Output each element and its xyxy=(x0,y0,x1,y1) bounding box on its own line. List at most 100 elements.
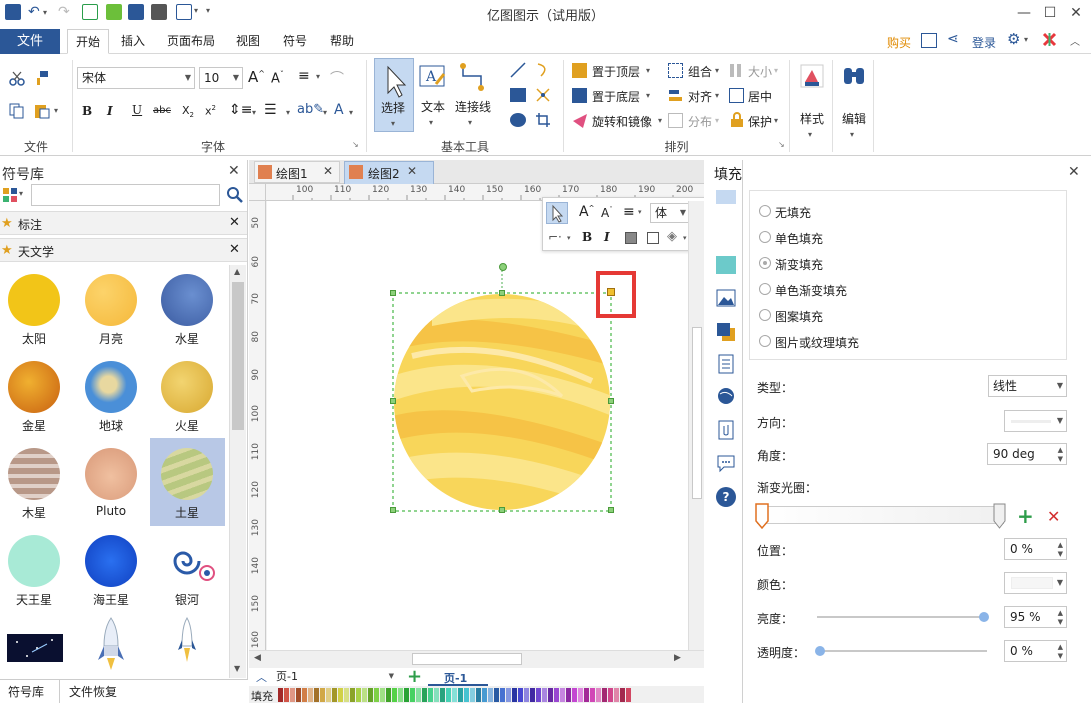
palette-swatch[interactable] xyxy=(296,688,301,702)
resize-handle-l[interactable] xyxy=(390,398,396,404)
palette-swatch[interactable] xyxy=(368,688,373,702)
palette-swatch[interactable] xyxy=(332,688,337,702)
resize-handle-bl[interactable] xyxy=(390,507,396,513)
palette-swatch[interactable] xyxy=(308,688,313,702)
strip-image-icon[interactable] xyxy=(716,289,736,307)
palette-swatch[interactable] xyxy=(380,688,385,702)
resize-handle-r[interactable] xyxy=(608,398,614,404)
color-palette[interactable] xyxy=(278,688,632,702)
palette-swatch[interactable] xyxy=(626,688,631,702)
size-button[interactable]: 大小 xyxy=(748,63,772,80)
share-icon[interactable]: ⋖ xyxy=(947,31,959,47)
scroll-up-icon[interactable]: ▲ xyxy=(234,267,240,276)
palette-swatch[interactable] xyxy=(350,688,355,702)
palette-swatch[interactable] xyxy=(344,688,349,702)
palette-swatch[interactable] xyxy=(554,688,559,702)
mini-italic-icon[interactable]: I xyxy=(604,230,610,244)
radio-solid[interactable] xyxy=(759,231,771,243)
align-dropdown-icon[interactable]: ▾ xyxy=(316,72,320,81)
close-window-icon[interactable]: ✕ xyxy=(1062,3,1090,23)
close-category-icon[interactable]: ✕ xyxy=(229,215,240,230)
symbol-galaxy[interactable]: 银河 xyxy=(151,535,223,608)
align-dropdown-icon[interactable]: ▾ xyxy=(715,91,719,100)
small-rocket-symbol[interactable] xyxy=(175,616,199,672)
resize-handle-br[interactable] xyxy=(608,507,614,513)
palette-swatch[interactable] xyxy=(326,688,331,702)
palette-swatch[interactable] xyxy=(302,688,307,702)
tab-view[interactable]: 视图 xyxy=(228,29,268,54)
line-shape-icon[interactable] xyxy=(510,62,526,78)
gradient-type-select[interactable]: 线性 ▼ xyxy=(988,375,1067,397)
mini-align-icon[interactable]: ≡ xyxy=(623,204,635,220)
transparency-slider-thumb[interactable] xyxy=(815,646,825,656)
send-to-back-icon[interactable] xyxy=(572,88,587,103)
subscript-icon[interactable]: X2 xyxy=(182,104,194,119)
palette-swatch[interactable] xyxy=(518,688,523,702)
close-category-icon[interactable]: ✕ xyxy=(229,242,240,257)
palette-swatch[interactable] xyxy=(476,688,481,702)
position-input[interactable]: 0 % ▲ ▼ xyxy=(1004,538,1067,560)
palette-swatch[interactable] xyxy=(530,688,535,702)
palette-swatch[interactable] xyxy=(356,688,361,702)
distribute-button[interactable]: 分布 xyxy=(688,113,712,130)
paragraph-align-icon[interactable]: ≡ xyxy=(298,68,310,84)
transparency-input[interactable]: 0 % ▲ ▼ xyxy=(1004,640,1067,662)
mini-send-back-icon[interactable] xyxy=(647,232,659,244)
page-tab-1[interactable]: 页-1 xyxy=(428,668,488,686)
send-back-dropdown-icon[interactable]: ▾ xyxy=(646,91,650,100)
mini-bold-icon[interactable]: B xyxy=(582,230,592,244)
arrange-dialog-launcher-icon[interactable]: ↘ xyxy=(778,140,785,149)
style-button[interactable]: 样式 xyxy=(800,110,824,127)
page-bar-collapse-icon[interactable]: ︿ xyxy=(256,669,267,685)
protect-lock-icon[interactable] xyxy=(729,112,745,128)
h-scroll-right-icon[interactable]: ▶ xyxy=(674,653,681,663)
mini-connector-icon[interactable]: ⌐· xyxy=(548,230,562,244)
starfield-symbol[interactable] xyxy=(7,634,63,662)
resize-handle-t[interactable] xyxy=(499,290,505,296)
select-tool-button[interactable]: 选择 ▾ xyxy=(374,58,414,132)
font-color-dropdown-icon[interactable]: ▾ xyxy=(349,108,353,117)
scroll-down-icon[interactable]: ▼ xyxy=(234,664,240,673)
bring-to-front-button[interactable]: 置于顶层 xyxy=(592,63,640,80)
palette-swatch[interactable] xyxy=(416,688,421,702)
palette-swatch[interactable] xyxy=(578,688,583,702)
tab-symbol-library[interactable]: 符号库 xyxy=(8,683,44,700)
align-button[interactable]: 对齐 xyxy=(688,88,712,105)
strip-globe-icon[interactable] xyxy=(716,386,736,406)
palette-swatch[interactable] xyxy=(548,688,553,702)
rotate-mirror-icon[interactable] xyxy=(572,113,588,129)
symbol-saturn[interactable]: 土星 xyxy=(151,448,223,521)
palette-swatch[interactable] xyxy=(542,688,547,702)
tab-symbol[interactable]: 符号 xyxy=(275,29,315,54)
text-tool-icon[interactable]: A xyxy=(418,62,448,92)
scroll-thumb[interactable] xyxy=(232,282,244,430)
center-icon[interactable] xyxy=(729,88,744,103)
rocket-symbol[interactable] xyxy=(96,616,126,672)
gradient-stop-bar[interactable] xyxy=(757,506,1004,524)
buy-link[interactable]: 购买 xyxy=(887,34,911,51)
highlight-pen-icon[interactable]: ab✎ xyxy=(297,102,324,117)
palette-swatch[interactable] xyxy=(560,688,565,702)
palette-swatch[interactable] xyxy=(494,688,499,702)
palette-swatch[interactable] xyxy=(524,688,529,702)
bring-to-front-icon[interactable] xyxy=(572,63,587,78)
settings-dropdown-icon[interactable]: ▾ xyxy=(1024,35,1028,44)
edit-button[interactable]: 编辑 xyxy=(842,110,866,127)
distribute-dropdown-icon[interactable]: ▾ xyxy=(715,116,719,125)
strip-help-icon[interactable]: ? xyxy=(716,487,736,507)
close-tab-icon[interactable]: ✕ xyxy=(407,164,417,178)
login-link[interactable]: 登录 xyxy=(972,34,996,51)
palette-swatch[interactable] xyxy=(488,688,493,702)
group-button[interactable]: 组合 xyxy=(688,63,712,80)
palette-swatch[interactable] xyxy=(422,688,427,702)
canvas-h-scroll-thumb[interactable] xyxy=(412,653,522,665)
close-library-icon[interactable]: ✕ xyxy=(228,163,240,179)
palette-swatch[interactable] xyxy=(386,688,391,702)
brightness-slider-thumb[interactable] xyxy=(979,612,989,622)
palette-swatch[interactable] xyxy=(500,688,505,702)
symbol-venus[interactable]: 金星 xyxy=(0,361,70,434)
canvas-v-scroll-thumb[interactable] xyxy=(692,327,702,499)
share-window-icon[interactable] xyxy=(921,33,937,48)
library-grid-icon[interactable] xyxy=(2,187,18,203)
category-astronomy-row[interactable]: ★ 天文学 ✕ xyxy=(0,238,247,262)
